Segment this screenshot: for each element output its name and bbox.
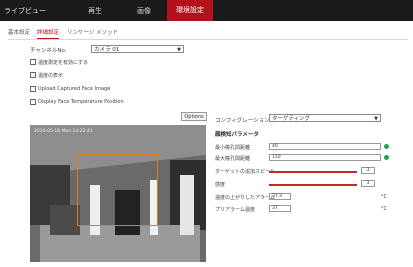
- channel-label: チャンネルNo.: [30, 48, 67, 54]
- nav-playback[interactable]: 再生: [88, 6, 102, 16]
- enable-temperature-checkbox[interactable]: [30, 59, 36, 65]
- max-pupil-distance-input[interactable]: 150: [269, 154, 381, 161]
- tab-basic-settings[interactable]: 基本設定: [8, 28, 30, 36]
- video-timestamp: 2020-05-18 Mon 14:22:41: [34, 129, 93, 134]
- upload-face-image-label: Upload Captured Face Image: [38, 86, 111, 92]
- tab-advanced-settings[interactable]: 詳細設定: [37, 28, 60, 39]
- sensitivity-slider[interactable]: [269, 184, 357, 186]
- chevron-down-icon: ▼: [374, 116, 378, 122]
- alarm-temperature-input[interactable]: 37.3: [269, 193, 291, 200]
- nav-live-view[interactable]: ライブビュー: [4, 6, 46, 16]
- face-detection-params-title: 顔検知パラメータ: [215, 132, 259, 138]
- min-pupil-distance-input[interactable]: 40: [269, 143, 381, 150]
- pre-alarm-temperature-input[interactable]: 37: [269, 205, 291, 212]
- sensitivity-value[interactable]: 3: [361, 180, 375, 187]
- channel-select[interactable]: カメラ 01 ▼: [91, 45, 184, 53]
- chevron-down-icon: ▼: [177, 47, 181, 53]
- nav-picture[interactable]: 画像: [137, 6, 151, 16]
- alarm-temperature-label: 温度の上がりしたアラーム: [215, 195, 275, 201]
- configuration-select-value: ターゲティング: [272, 116, 311, 122]
- pre-alarm-temperature-unit: °C: [381, 206, 387, 212]
- channel-select-value: カメラ 01: [94, 47, 120, 53]
- options-button[interactable]: Options: [181, 112, 207, 121]
- display-face-temperature-checkbox[interactable]: [30, 99, 36, 105]
- target-speed-label: ターゲットの追加スピード: [215, 169, 276, 175]
- configuration-label: コンフィグレーション: [215, 118, 270, 124]
- display-temperature-label: 温度の表示: [38, 73, 64, 79]
- max-pupil-distance-label: 最大瞳孔間距離: [215, 156, 251, 162]
- upload-face-image-checkbox[interactable]: [30, 86, 36, 92]
- min-pupil-distance-label: 最小瞳孔間距離: [215, 145, 251, 151]
- enable-temperature-label: 温度測定を有効にする: [38, 60, 89, 66]
- face-detection-box[interactable]: [77, 154, 158, 226]
- display-face-temperature-label: Display Face Temperature Position: [38, 99, 124, 105]
- display-temperature-checkbox[interactable]: [30, 72, 36, 78]
- pre-alarm-temperature-label: プリアラーム温度: [215, 207, 255, 213]
- sensitivity-label: 感度: [215, 182, 226, 188]
- ok-status-icon: [384, 144, 389, 149]
- configuration-select[interactable]: ターゲティング ▼: [269, 114, 381, 122]
- subtab-bar: 基本設定 詳細設定 リンケージ メソッド: [8, 27, 408, 40]
- ok-status-icon: [384, 155, 389, 160]
- alarm-temperature-unit: °C: [381, 194, 387, 200]
- video-preview[interactable]: 2020-05-18 Mon 14:22:41: [30, 125, 206, 262]
- target-speed-value[interactable]: 3: [361, 167, 375, 174]
- tab-linkage-method[interactable]: リンケージ メソッド: [67, 28, 118, 36]
- top-nav-bar: ライブビュー 再生 画像 環境設定: [0, 0, 413, 21]
- target-speed-slider[interactable]: [269, 171, 357, 173]
- nav-configuration[interactable]: 環境設定: [167, 0, 213, 21]
